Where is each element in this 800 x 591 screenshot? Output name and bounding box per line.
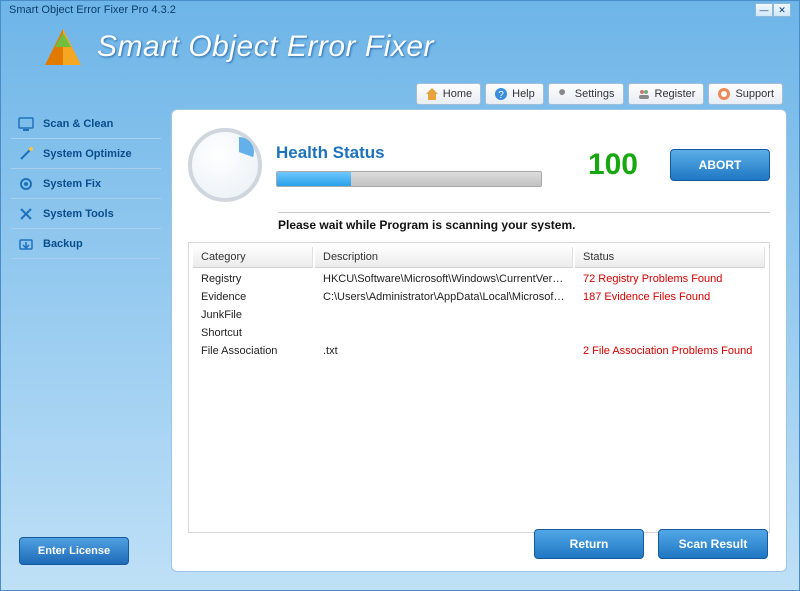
home-button[interactable]: Home bbox=[416, 83, 481, 105]
table-row[interactable]: RegistryHKCU\Software\Microsoft\Windows\… bbox=[191, 270, 767, 288]
abort-button[interactable]: ABORT bbox=[670, 149, 770, 181]
close-button[interactable]: ✕ bbox=[773, 3, 791, 17]
monitor-icon bbox=[17, 115, 35, 133]
scan-message: Please wait while Program is scanning yo… bbox=[278, 212, 770, 232]
sidebar-item-label: Scan & Clean bbox=[43, 118, 113, 130]
titlebar: Smart Object Error Fixer Pro 4.3.2 — ✕ bbox=[1, 1, 799, 19]
wrench-icon bbox=[557, 87, 571, 101]
lifebuoy-icon bbox=[717, 87, 731, 101]
col-status[interactable]: Status bbox=[575, 247, 765, 268]
minimize-button[interactable]: — bbox=[755, 3, 773, 17]
col-category[interactable]: Category bbox=[193, 247, 313, 268]
main-panel: Health Status 100 ABORT Please wait whil… bbox=[171, 109, 787, 572]
table-row[interactable]: JunkFile bbox=[191, 306, 767, 324]
sidebar-item-label: Backup bbox=[43, 238, 83, 250]
sidebar-item-optimize[interactable]: System Optimize bbox=[11, 139, 161, 169]
backup-icon bbox=[17, 235, 35, 253]
top-toolbar: Home ?Help Settings Register Support bbox=[416, 83, 783, 105]
app-logo-icon bbox=[41, 25, 85, 69]
window-controls: — ✕ bbox=[755, 3, 791, 17]
sidebar-item-tools[interactable]: System Tools bbox=[11, 199, 161, 229]
health-status-title: Health Status bbox=[276, 143, 542, 163]
clock-icon bbox=[188, 128, 262, 202]
support-button[interactable]: Support bbox=[708, 83, 783, 105]
register-button[interactable]: Register bbox=[628, 83, 705, 105]
header: Smart Object Error Fixer bbox=[1, 19, 799, 74]
sidebar: Scan & Clean System Optimize System Fix … bbox=[11, 109, 161, 259]
app-title: Smart Object Error Fixer bbox=[97, 30, 434, 64]
sidebar-item-label: System Tools bbox=[43, 208, 114, 220]
sidebar-item-fix[interactable]: System Fix bbox=[11, 169, 161, 199]
bottom-buttons: Return Scan Result bbox=[534, 529, 768, 559]
people-icon bbox=[637, 87, 651, 101]
table-body: RegistryHKCU\Software\Microsoft\Windows\… bbox=[191, 270, 767, 530]
help-button[interactable]: ?Help bbox=[485, 83, 544, 105]
sidebar-item-backup[interactable]: Backup bbox=[11, 229, 161, 259]
sidebar-item-scan-clean[interactable]: Scan & Clean bbox=[11, 109, 161, 139]
app-window: Smart Object Error Fixer Pro 4.3.2 — ✕ S… bbox=[0, 0, 800, 591]
gear-icon bbox=[17, 175, 35, 193]
table-header-row: Category Description Status bbox=[193, 247, 765, 268]
table-row[interactable]: File Association.txt2 File Association P… bbox=[191, 342, 767, 360]
sidebar-item-label: System Optimize bbox=[43, 148, 132, 160]
scan-progress-bar bbox=[276, 171, 542, 187]
health-score: 100 bbox=[568, 148, 638, 182]
tools-icon bbox=[17, 205, 35, 223]
wand-icon bbox=[17, 145, 35, 163]
help-icon: ? bbox=[494, 87, 508, 101]
table-row[interactable]: Shortcut bbox=[191, 324, 767, 342]
return-button[interactable]: Return bbox=[534, 529, 644, 559]
enter-license-button[interactable]: Enter License bbox=[19, 537, 129, 565]
window-title: Smart Object Error Fixer Pro 4.3.2 bbox=[9, 4, 176, 16]
col-description[interactable]: Description bbox=[315, 247, 573, 268]
table-row[interactable]: EvidenceC:\Users\Administrator\AppData\L… bbox=[191, 288, 767, 306]
svg-text:?: ? bbox=[498, 90, 504, 101]
scan-results-table: Category Description Status RegistryHKCU… bbox=[188, 242, 770, 533]
scan-result-button[interactable]: Scan Result bbox=[658, 529, 768, 559]
sidebar-item-label: System Fix bbox=[43, 178, 101, 190]
scan-progress-fill bbox=[277, 172, 351, 186]
settings-button[interactable]: Settings bbox=[548, 83, 624, 105]
status-mid: Health Status bbox=[276, 143, 542, 187]
status-panel: Health Status 100 ABORT bbox=[188, 120, 770, 210]
home-icon bbox=[425, 87, 439, 101]
